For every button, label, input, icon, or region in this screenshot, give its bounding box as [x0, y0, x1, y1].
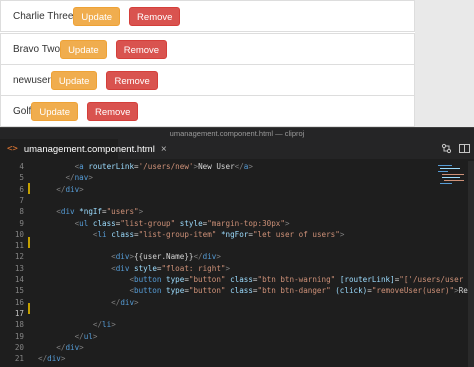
vertical-scrollbar[interactable] — [468, 161, 474, 367]
code-line[interactable]: 19 </ul> — [0, 331, 474, 342]
tab-umanagement-component-html[interactable]: <> umanagement.component.html × — [0, 139, 167, 159]
line-number: 5 — [19, 173, 24, 183]
line-number: 21 — [14, 354, 24, 364]
update-button[interactable]: Update — [31, 101, 78, 121]
list-item: Golf Update Remove — [0, 95, 415, 127]
line-number: 13 — [14, 263, 24, 273]
code-line[interactable]: 20 </div> — [0, 342, 474, 353]
code-line[interactable]: 14 <button type="button" class="btn btn-… — [0, 274, 474, 285]
code-line[interactable]: 16 </div> — [0, 297, 474, 308]
code-text: </ul> — [74, 331, 98, 341]
minimap[interactable] — [436, 161, 468, 201]
code-line[interactable]: 12 <div>{{user.Name}}</div> — [0, 251, 474, 262]
code-line[interactable]: 7 — [0, 195, 474, 206]
browser-background — [415, 0, 474, 130]
update-button[interactable]: Update — [50, 70, 98, 90]
code-text: </li> — [92, 320, 116, 330]
code-text: </div> — [56, 342, 84, 352]
code-line[interactable]: 11 — [0, 240, 474, 251]
modified-line-marker — [28, 183, 30, 194]
user-name: Charlie Three — [13, 10, 74, 22]
code-area[interactable]: 4 <a routerLink='/users/new'>New User</a… — [0, 161, 474, 367]
line-number: 20 — [14, 342, 24, 352]
line-number: 9 — [19, 218, 24, 228]
code-line[interactable]: 10 <li class="list-group-item" *ngFor="l… — [0, 229, 474, 240]
line-number: 18 — [14, 320, 24, 330]
user-list-app: Charlie Three Update Remove Bravo Two Up… — [0, 0, 415, 130]
code-text: <button type="button" class="btn btn-dan… — [129, 286, 468, 296]
line-number: 7 — [19, 195, 24, 205]
code-text: </nav> — [65, 173, 93, 183]
list-item: Charlie Three Update Remove — [0, 0, 415, 32]
code-text: <div style="float: right"> — [111, 263, 231, 273]
code-text: <div *ngIf="users"> — [56, 207, 144, 217]
code-line[interactable]: 9 <ul class="list-group" style="margin-t… — [0, 218, 474, 229]
code-text: </div> — [38, 354, 66, 364]
code-text: <div>{{user.Name}}</div> — [111, 252, 221, 262]
update-button[interactable]: Update — [60, 39, 107, 59]
line-number: 14 — [14, 275, 24, 284]
remove-button[interactable]: Remove — [129, 6, 181, 26]
code-line[interactable]: 4 <a routerLink='/users/new'>New User</a… — [0, 161, 474, 172]
line-number: 12 — [14, 252, 24, 262]
code-text: <button type="button" class="btn btn-war… — [129, 275, 464, 284]
split-editor-icon[interactable] — [458, 143, 470, 155]
code-line[interactable]: 6 </div> — [0, 184, 474, 195]
user-name: Golf — [13, 105, 32, 117]
close-icon[interactable]: × — [161, 144, 167, 155]
code-text: </div> — [111, 297, 139, 307]
code-line[interactable]: 8 <div *ngIf="users"> — [0, 206, 474, 217]
list-item: newuser Update Remove — [0, 64, 415, 96]
remove-button[interactable]: Remove — [115, 39, 168, 59]
code-line[interactable]: 17 — [0, 308, 474, 319]
user-name: Bravo Two — [13, 43, 61, 55]
code-line[interactable]: 13 <div style="float: right"> — [0, 263, 474, 274]
code-text: <ul class="list-group" style="margin-top… — [74, 218, 290, 228]
line-number: 4 — [19, 162, 24, 171]
line-number: 6 — [19, 184, 24, 194]
line-number: 8 — [19, 207, 24, 217]
code-text: <a routerLink='/users/new'>New User</a> — [74, 162, 253, 171]
tab-label: umanagement.component.html — [23, 143, 155, 155]
modified-line-marker — [28, 303, 30, 314]
list-item: Bravo Two Update Remove — [0, 33, 415, 65]
update-button[interactable]: Update — [73, 6, 121, 26]
window-title: umanagement.component.html — cliproj — [0, 128, 474, 139]
compare-changes-icon[interactable] — [440, 143, 452, 155]
line-number: 19 — [14, 331, 24, 341]
code-editor-window: umanagement.component.html — cliproj <> … — [0, 127, 474, 367]
code-text: <li class="list-group-item" *ngFor="let … — [92, 229, 345, 239]
line-number: 16 — [14, 297, 24, 307]
html-file-icon: <> — [7, 144, 18, 154]
line-number: 11 — [14, 241, 24, 251]
line-number: 15 — [14, 286, 24, 296]
code-line[interactable]: 21 </div> — [0, 353, 474, 364]
code-text: </div> — [56, 184, 84, 194]
tab-bar: <> umanagement.component.html × — [0, 139, 474, 159]
remove-button[interactable]: Remove — [106, 70, 158, 90]
code-line[interactable]: 15 <button type="button" class="btn btn-… — [0, 285, 474, 296]
code-line[interactable]: 5 </nav> — [0, 172, 474, 183]
user-name: newuser — [13, 74, 51, 86]
line-number: 10 — [14, 229, 24, 239]
modified-line-marker — [28, 237, 30, 248]
remove-button[interactable]: Remove — [86, 101, 139, 121]
line-number: 17 — [14, 308, 24, 318]
code-line[interactable]: 18 </li> — [0, 319, 474, 330]
